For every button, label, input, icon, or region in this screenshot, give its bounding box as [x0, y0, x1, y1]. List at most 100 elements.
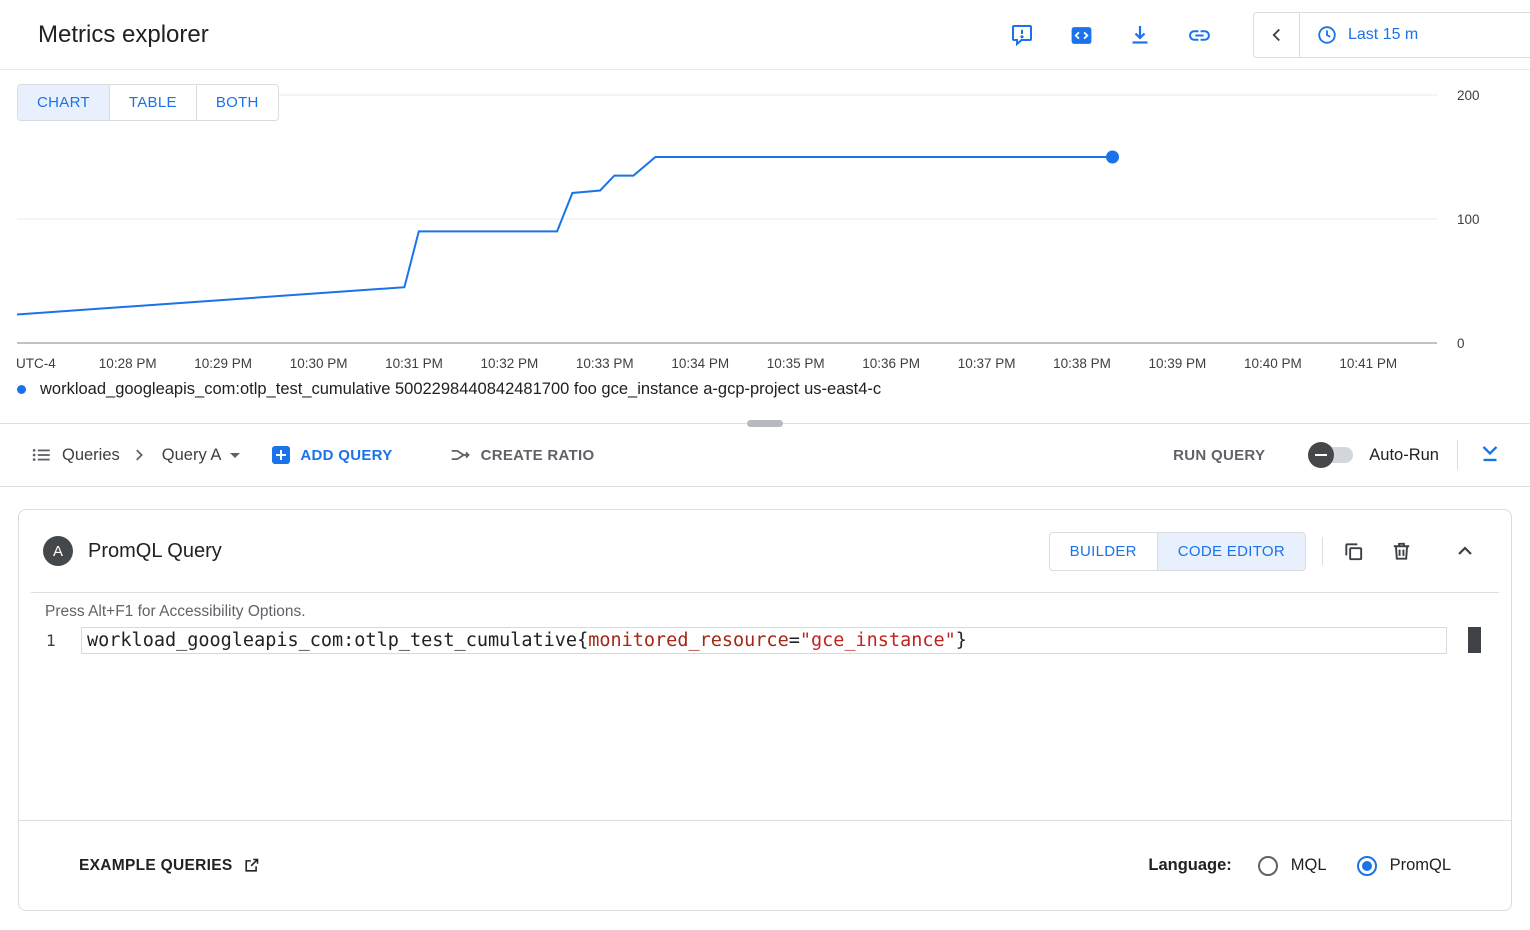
queries-label: Queries: [62, 446, 120, 465]
editor-scrollbar: [1468, 627, 1481, 813]
toggle-knob-minus-icon: [1308, 442, 1334, 468]
svg-text:10:40 PM: 10:40 PM: [1244, 356, 1302, 371]
example-queries-button[interactable]: EXAMPLE QUERIES: [79, 857, 260, 875]
download-icon: [1128, 23, 1152, 47]
external-link-icon: [243, 857, 260, 874]
query-card: A PromQL Query BUILDER CODE EDITOR: [18, 509, 1512, 911]
query-selector-label: Query A: [162, 446, 222, 465]
auto-run-toggle[interactable]: [1311, 447, 1353, 463]
legend-series-label: workload_googleapis_com:otlp_test_cumula…: [40, 380, 881, 399]
svg-text:10:28 PM: 10:28 PM: [99, 356, 157, 371]
legend-series-dot: [17, 385, 26, 394]
collapse-card-button[interactable]: [1451, 537, 1479, 565]
create-ratio-button[interactable]: CREATE RATIO: [449, 444, 595, 466]
copy-link-button[interactable]: [1186, 22, 1212, 48]
code-label-token: monitored_resource: [588, 630, 788, 651]
builder-tab[interactable]: BUILDER: [1050, 533, 1157, 570]
editor-scrollbar-thumb[interactable]: [1468, 627, 1481, 653]
chevron-up-icon: [1453, 539, 1477, 563]
resize-drag-handle[interactable]: [747, 420, 783, 427]
card-header-divider: [1322, 537, 1323, 565]
run-query-button[interactable]: RUN QUERY: [1173, 447, 1265, 464]
svg-text:10:35 PM: 10:35 PM: [767, 356, 825, 371]
tab-chart[interactable]: CHART: [18, 85, 109, 120]
svg-text:10:31 PM: 10:31 PM: [385, 356, 443, 371]
svg-text:10:38 PM: 10:38 PM: [1053, 356, 1111, 371]
example-queries-label: EXAMPLE QUERIES: [79, 857, 233, 875]
tab-both[interactable]: BOTH: [196, 85, 278, 120]
svg-text:10:37 PM: 10:37 PM: [958, 356, 1016, 371]
svg-text:10:34 PM: 10:34 PM: [671, 356, 729, 371]
svg-text:200: 200: [1457, 88, 1480, 103]
feedback-button[interactable]: [1009, 22, 1035, 48]
svg-text:10:33 PM: 10:33 PM: [576, 356, 634, 371]
chevron-right-icon: [130, 446, 148, 464]
svg-text:10:36 PM: 10:36 PM: [862, 356, 920, 371]
caret-down-icon: [230, 453, 240, 463]
code-open-brace: {: [577, 630, 588, 651]
collapse-panel-button[interactable]: [1254, 13, 1300, 57]
svg-text:UTC-4: UTC-4: [16, 356, 56, 371]
svg-text:10:32 PM: 10:32 PM: [481, 356, 539, 371]
create-ratio-icon: [449, 444, 471, 466]
radio-unchecked-icon: [1258, 856, 1278, 876]
query-avatar: A: [43, 536, 73, 566]
code-metric-token: workload_googleapis_com:otlp_test_cumula…: [87, 630, 577, 651]
language-selector: Language: MQL PromQL: [1148, 856, 1451, 876]
language-option-mql[interactable]: MQL: [1258, 856, 1327, 876]
query-card-header: A PromQL Query BUILDER CODE EDITOR: [19, 510, 1511, 592]
page-title: Metrics explorer: [38, 21, 209, 49]
duplicate-query-button[interactable]: [1339, 537, 1367, 565]
collapse-queries-button[interactable]: [1476, 441, 1504, 469]
header-actions: Last 15 m: [1009, 0, 1530, 70]
legend-item[interactable]: workload_googleapis_com:otlp_test_cumula…: [17, 380, 881, 399]
copy-icon: [1342, 540, 1365, 563]
tab-table[interactable]: TABLE: [109, 85, 196, 120]
line-number: 1: [19, 627, 81, 654]
download-button[interactable]: [1127, 22, 1153, 48]
editor-mode-group: BUILDER CODE EDITOR: [1049, 532, 1306, 571]
trash-icon: [1390, 540, 1413, 563]
svg-text:100: 100: [1457, 212, 1480, 227]
accessibility-hint: Press Alt+F1 for Accessibility Options.: [19, 593, 1511, 621]
view-mode-tabs: CHART TABLE BOTH: [17, 84, 279, 121]
delete-query-button[interactable]: [1387, 537, 1415, 565]
code-operator-token: =: [789, 630, 800, 651]
auto-run-label: Auto-Run: [1369, 446, 1439, 465]
code-editor-tab[interactable]: CODE EDITOR: [1157, 533, 1305, 570]
code-sample-button[interactable]: [1068, 22, 1094, 48]
clock-icon: [1316, 24, 1338, 46]
query-selector[interactable]: Query A: [162, 446, 241, 465]
language-label: Language:: [1148, 856, 1231, 875]
promql-label: PromQL: [1390, 856, 1451, 875]
add-query-button[interactable]: ADD QUERY: [272, 446, 392, 464]
mql-label: MQL: [1291, 856, 1327, 875]
language-option-promql[interactable]: PromQL: [1357, 856, 1451, 876]
time-range-button[interactable]: Last 15 m: [1300, 13, 1530, 57]
code-close-brace: }: [956, 630, 967, 651]
svg-text:0: 0: [1457, 336, 1465, 351]
promql-editor: Press Alt+F1 for Accessibility Options. …: [19, 593, 1511, 820]
metrics-line-chart[interactable]: 0 100 200 UTC-4 10:28 PM 10:29 PM 10:30 PM 10:3…: [0, 70, 1530, 424]
queries-list-icon: [30, 444, 52, 466]
code-string-token: "gce_instance": [800, 630, 956, 651]
toolbar-divider: [1457, 440, 1458, 470]
editor-line-row: 1 workload_googleapis_com:otlp_test_cumu…: [19, 627, 1511, 654]
create-ratio-label: CREATE RATIO: [481, 447, 595, 464]
time-range-label: Last 15 m: [1348, 26, 1418, 44]
svg-text:10:41 PM: 10:41 PM: [1339, 356, 1397, 371]
code-sample-icon: [1069, 23, 1094, 48]
collapse-down-icon: [1477, 441, 1503, 467]
copy-link-icon: [1187, 23, 1212, 48]
svg-text:10:29 PM: 10:29 PM: [194, 356, 252, 371]
queries-toolbar: Queries Query A ADD QUERY CREATE RATIO R…: [0, 424, 1530, 487]
svg-text:10:39 PM: 10:39 PM: [1149, 356, 1207, 371]
add-query-label: ADD QUERY: [300, 447, 392, 464]
add-box-icon: [272, 446, 290, 464]
query-card-footer: EXAMPLE QUERIES Language: MQL PromQL: [19, 820, 1511, 910]
query-card-actions: BUILDER CODE EDITOR: [1049, 532, 1487, 571]
chevron-left-icon: [1266, 24, 1288, 46]
query-card-title: PromQL Query: [88, 540, 222, 563]
svg-text:10:30 PM: 10:30 PM: [290, 356, 348, 371]
promql-code-input[interactable]: workload_googleapis_com:otlp_test_cumula…: [81, 627, 1447, 654]
